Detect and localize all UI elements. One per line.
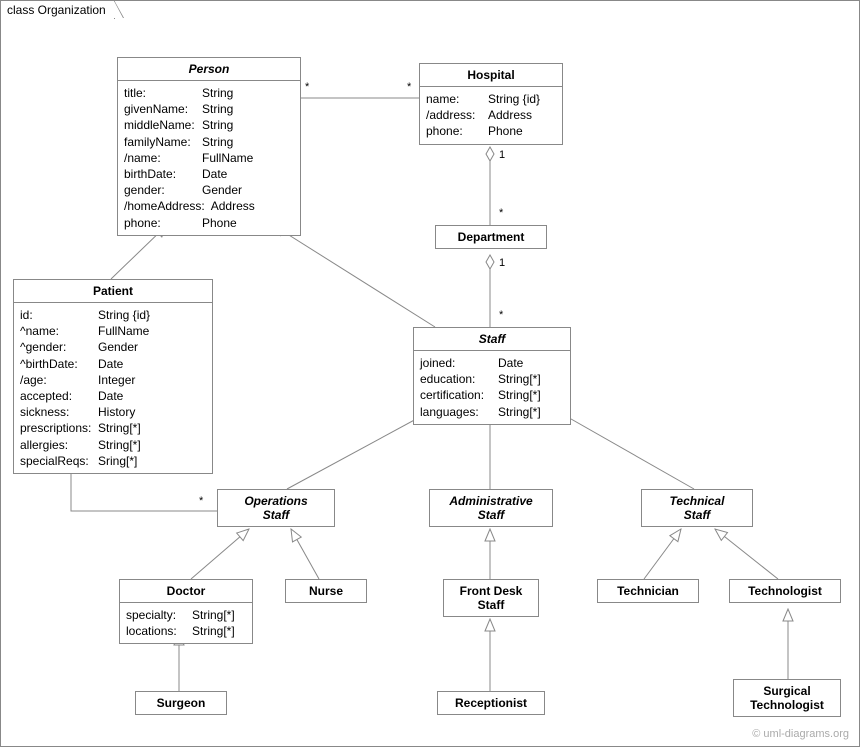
class-operations-staff-name-l2: Staff [224,508,328,522]
class-patient-attrs: id:String {id} ^name:FullName ^gender:Ge… [14,303,212,473]
class-receptionist: Receptionist [437,691,545,715]
mult-patient-opstaff-right: * [199,495,203,507]
class-doctor: Doctor specialty:String[*] locations:Str… [119,579,253,644]
class-surgical-technologist: Surgical Technologist [733,679,841,717]
mult-dept-staff-star: * [499,309,503,321]
class-operations-staff: Operations Staff [217,489,335,527]
class-patient-name: Patient [14,280,212,303]
mult-hosp-dept-star: * [499,207,503,219]
class-staff-name: Staff [414,328,570,351]
class-person-name: Person [118,58,300,81]
class-department: Department [435,225,547,249]
class-department-name: Department [436,226,546,248]
class-admin-staff-name-l2: Staff [436,508,546,522]
class-diagram-frame: class Organization [0,0,860,747]
class-staff: Staff joined:Date education:String[*] ce… [413,327,571,425]
class-frontdesk-name-l2: Staff [450,598,532,612]
class-front-desk-staff: Front Desk Staff [443,579,539,617]
class-surgeon: Surgeon [135,691,227,715]
class-patient: Patient id:String {id} ^name:FullName ^g… [13,279,213,474]
class-surg-tech-name-l1: Surgical [740,684,834,698]
class-doctor-name: Doctor [120,580,252,603]
mult-person-hospital-right: * [407,81,411,93]
mult-person-hospital-left: * [305,81,309,93]
class-doctor-attrs: specialty:String[*] locations:String[*] [120,603,252,643]
class-nurse-name: Nurse [286,580,366,602]
mult-hosp-dept-1: 1 [499,149,505,161]
class-staff-attrs: joined:Date education:String[*] certific… [414,351,570,424]
class-technician: Technician [597,579,699,603]
class-surgeon-name: Surgeon [136,692,226,714]
class-technologist: Technologist [729,579,841,603]
class-admin-staff-name-l1: Administrative [436,494,546,508]
class-technologist-name: Technologist [730,580,840,602]
frame-title: class Organization [7,3,106,17]
mult-dept-staff-1: 1 [499,257,505,269]
class-hospital-attrs: name:String {id} /address:Address phone:… [420,87,562,144]
class-tech-staff-name-l1: Technical [648,494,746,508]
watermark: © uml-diagrams.org [752,728,849,740]
class-receptionist-name: Receptionist [438,692,544,714]
class-tech-staff-name-l2: Staff [648,508,746,522]
class-technician-name: Technician [598,580,698,602]
class-nurse: Nurse [285,579,367,603]
class-administrative-staff: Administrative Staff [429,489,553,527]
class-frontdesk-name-l1: Front Desk [450,584,532,598]
class-technical-staff: Technical Staff [641,489,753,527]
class-hospital: Hospital name:String {id} /address:Addre… [419,63,563,145]
class-surg-tech-name-l2: Technologist [740,698,834,712]
frame-title-tab: class Organization [0,0,115,19]
class-person-attrs: title:String givenName:String middleName… [118,81,300,235]
class-operations-staff-name-l1: Operations [224,494,328,508]
class-person: Person title:String givenName:String mid… [117,57,301,236]
class-hospital-name: Hospital [420,64,562,87]
